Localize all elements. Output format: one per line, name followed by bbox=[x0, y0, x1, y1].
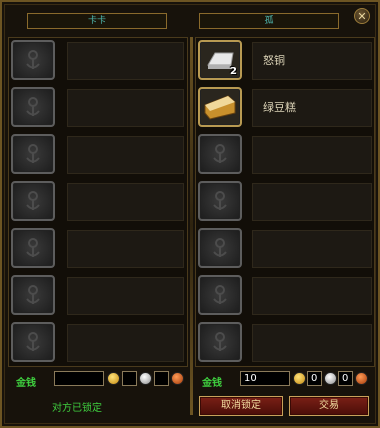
right-slot-4-name bbox=[252, 183, 372, 221]
right-slot-5[interactable] bbox=[198, 228, 242, 268]
empty-slot-emblem-icon bbox=[26, 144, 40, 163]
left-slot-2-name bbox=[67, 89, 184, 127]
right-slot-6-name bbox=[252, 277, 372, 315]
copper-coin-icon bbox=[171, 372, 184, 385]
right-slot-2[interactable] bbox=[198, 87, 242, 127]
right-slot-2-name: 绿豆糕 bbox=[252, 89, 372, 127]
left-slot-6[interactable] bbox=[11, 275, 55, 315]
silver-coin-icon bbox=[139, 372, 152, 385]
copper-coin-icon bbox=[355, 372, 368, 385]
left-copper-field bbox=[154, 371, 169, 386]
empty-slot-emblem-icon bbox=[213, 332, 227, 351]
right-gold-input[interactable]: 10 bbox=[240, 371, 290, 386]
empty-slot-emblem-icon bbox=[26, 50, 40, 69]
left-slot-2[interactable] bbox=[11, 87, 55, 127]
left-gold-field bbox=[54, 371, 104, 386]
empty-slot-emblem-icon bbox=[26, 97, 40, 116]
close-icon: ✕ bbox=[357, 10, 367, 23]
left-slot-1-name bbox=[67, 42, 184, 80]
empty-slot-emblem-icon bbox=[213, 285, 227, 304]
left-slot-5[interactable] bbox=[11, 228, 55, 268]
left-silver-field bbox=[122, 371, 137, 386]
right-slot-4[interactable] bbox=[198, 181, 242, 221]
cancel-lock-button[interactable]: 取消锁定 bbox=[199, 396, 283, 416]
right-silver-input[interactable]: 0 bbox=[307, 371, 322, 386]
close-button[interactable]: ✕ bbox=[354, 8, 370, 24]
right-slot-6[interactable] bbox=[198, 275, 242, 315]
right-slot-3-name bbox=[252, 136, 372, 174]
empty-slot-emblem-icon bbox=[213, 191, 227, 210]
empty-slot-emblem-icon bbox=[26, 238, 40, 257]
empty-slot-emblem-icon bbox=[213, 144, 227, 163]
right-slot-3[interactable] bbox=[198, 134, 242, 174]
trade-window: 卡卡 孤 ✕ 2 怒铜 绿豆糕 金钱 对方已锁定 金钱 10 0 0 取消锁定 … bbox=[0, 0, 380, 428]
item-quantity: 2 bbox=[230, 66, 237, 77]
mung-bean-cake-icon bbox=[204, 95, 236, 120]
empty-slot-emblem-icon bbox=[26, 285, 40, 304]
silver-coin-icon bbox=[324, 372, 337, 385]
right-copper-input[interactable]: 0 bbox=[338, 371, 353, 386]
empty-slot-emblem-icon bbox=[213, 238, 227, 257]
left-slot-6-name bbox=[67, 277, 184, 315]
right-money-label: 金钱 bbox=[202, 378, 222, 389]
gold-coin-icon bbox=[107, 372, 120, 385]
left-slot-3[interactable] bbox=[11, 134, 55, 174]
left-slot-3-name bbox=[67, 136, 184, 174]
left-slot-4-name bbox=[67, 183, 184, 221]
left-slot-4[interactable] bbox=[11, 181, 55, 221]
left-player-name: 卡卡 bbox=[27, 13, 167, 29]
right-slot-1[interactable]: 2 bbox=[198, 40, 242, 80]
left-slot-1[interactable] bbox=[11, 40, 55, 80]
left-slot-5-name bbox=[67, 230, 184, 268]
empty-slot-emblem-icon bbox=[26, 332, 40, 351]
partner-locked-status: 对方已锁定 bbox=[52, 403, 102, 414]
right-slot-5-name bbox=[252, 230, 372, 268]
left-money-label: 金钱 bbox=[16, 378, 36, 389]
panel-divider bbox=[190, 37, 193, 415]
left-slot-7-name bbox=[67, 324, 184, 362]
left-slot-7[interactable] bbox=[11, 322, 55, 362]
right-slot-7[interactable] bbox=[198, 322, 242, 362]
trade-button[interactable]: 交易 bbox=[289, 396, 369, 416]
right-slot-1-name: 怒铜 bbox=[252, 42, 372, 80]
gold-coin-icon bbox=[293, 372, 306, 385]
empty-slot-emblem-icon bbox=[26, 191, 40, 210]
right-slot-7-name bbox=[252, 324, 372, 362]
right-player-name: 孤 bbox=[199, 13, 339, 29]
